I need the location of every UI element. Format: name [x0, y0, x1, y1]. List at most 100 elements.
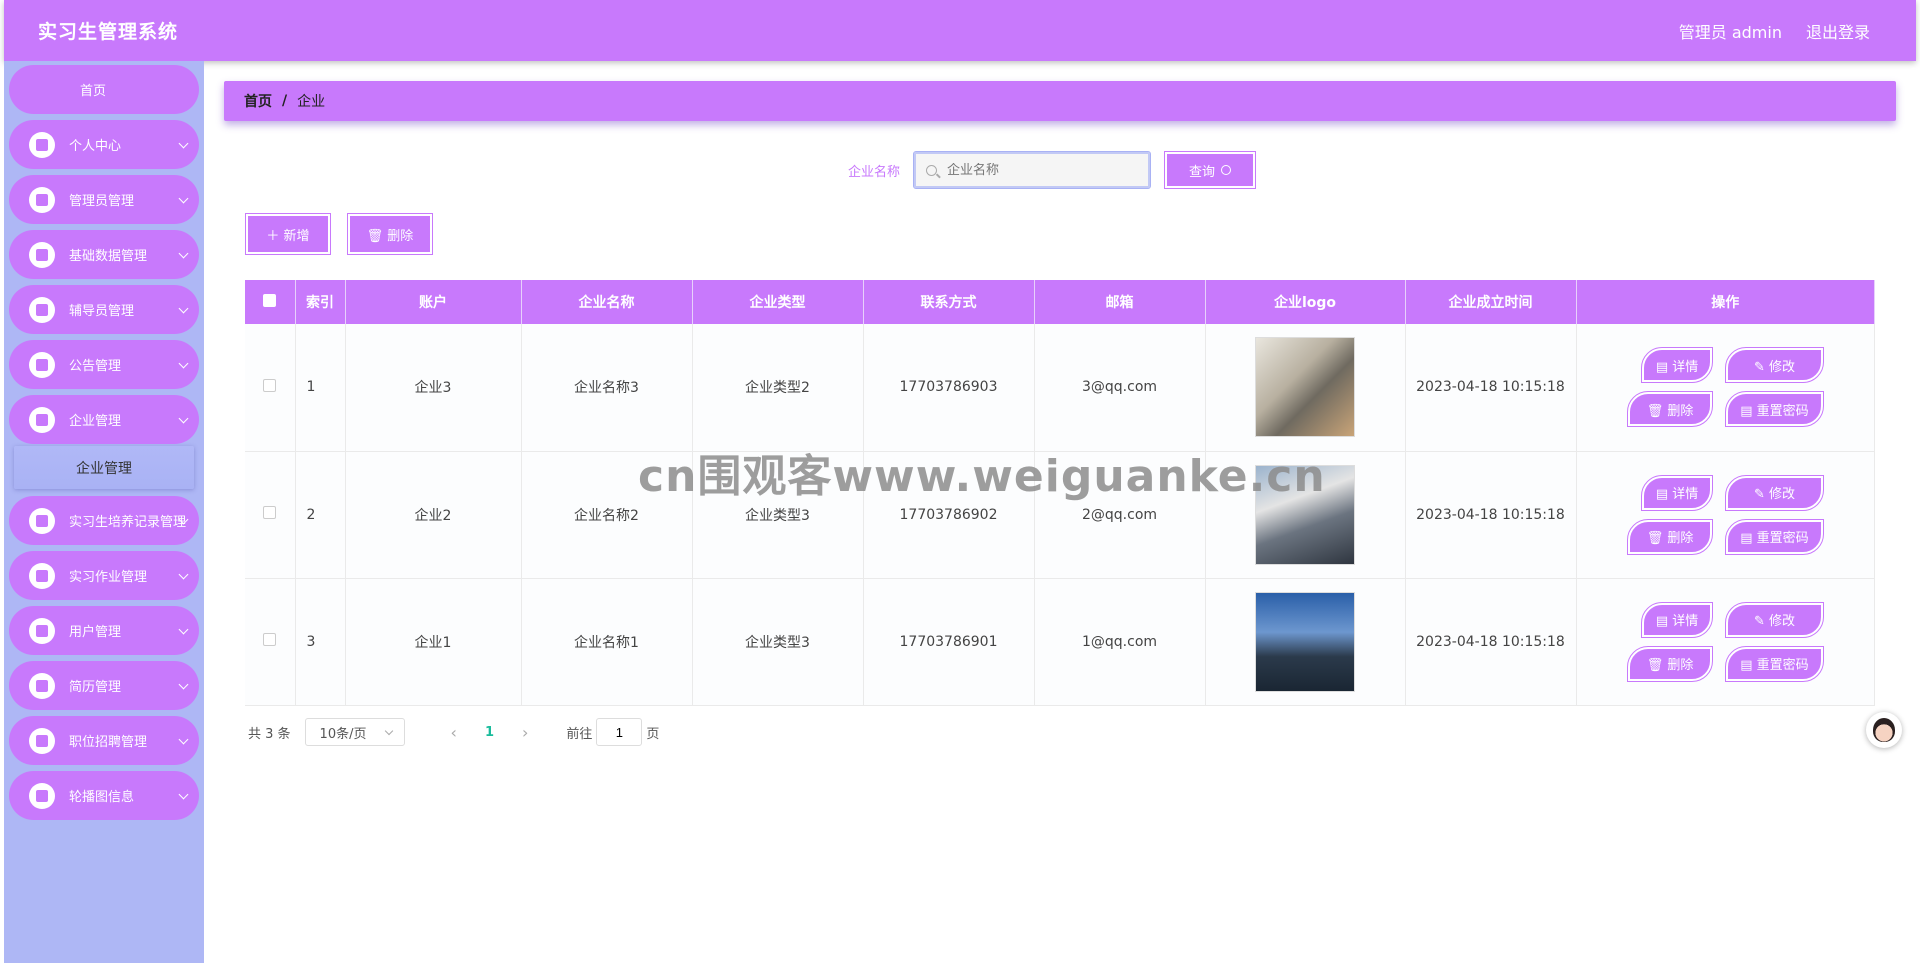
row-operations: ▤ 详情 ✎ 修改 🗑 删除 ▤ 重置密码 — [1577, 347, 1875, 428]
add-button[interactable]: ＋ 新增 — [245, 213, 331, 255]
assistant-avatar[interactable] — [1866, 712, 1902, 748]
grid-icon — [29, 297, 55, 323]
sidebar-item-label: 职位招聘管理 — [69, 735, 148, 750]
sidebar-item-items-3[interactable]: 辅导员管理 — [9, 285, 199, 334]
query-button-label: 查询 — [1189, 164, 1216, 180]
sidebar-item-items_after-4[interactable]: 职位招聘管理 — [9, 716, 199, 765]
sidebar-item-items-5[interactable]: 企业管理 — [9, 395, 199, 444]
page-size-select[interactable]: 10条/页 — [304, 718, 405, 746]
edit-button[interactable]: ✎ 修改 — [1725, 347, 1824, 384]
sidebar-item-items_after-5[interactable]: 轮播图信息 — [9, 771, 199, 820]
delete-button[interactable]: 🗑 删除 — [1626, 518, 1714, 555]
reset-password-button[interactable]: ▤ 重置密码 — [1725, 518, 1824, 555]
breadcrumb-home[interactable]: 首页 — [244, 91, 272, 111]
breadcrumb-current: 企业 — [297, 94, 326, 110]
grid-icon — [29, 728, 55, 754]
chevron-down-icon — [178, 138, 189, 149]
cell-account: 企业3 — [345, 324, 522, 452]
pagination: 共 3 条 10条/页 ‹ 1 › 前往 页 — [248, 718, 659, 746]
column-header: 账户 — [345, 280, 522, 324]
grid-icon — [29, 673, 55, 699]
clipboard-icon — [29, 187, 55, 213]
sidebar-item-items_after-3[interactable]: 简历管理 — [9, 661, 199, 710]
table-header-row: 索引 账户 企业名称 企业类型 联系方式 邮箱 企业logo 企业成立时间 操作 — [245, 280, 1875, 324]
company-logo-image[interactable] — [1255, 337, 1355, 438]
prev-page-button[interactable]: ‹ — [451, 723, 457, 742]
select-all-cell — [245, 280, 296, 324]
cell-index: 2 — [295, 451, 346, 579]
sidebar-item-items-4[interactable]: 公告管理 — [9, 340, 199, 389]
batch-delete-button[interactable]: 🗑 删除 — [347, 213, 433, 255]
cell-phone: 17703786903 — [863, 324, 1035, 452]
detail-button[interactable]: ▤ 详情 — [1640, 474, 1714, 511]
search-input[interactable] — [947, 162, 1128, 178]
chevron-down-icon — [178, 569, 189, 580]
column-header: 索引 — [295, 280, 346, 324]
submenu-item-company-management[interactable]: 企业管理 — [14, 446, 194, 489]
sidebar-item-items-0[interactable]: 个人中心 — [9, 120, 199, 169]
sidebar-item-home[interactable]: 首页 — [9, 65, 199, 114]
row-checkbox[interactable] — [263, 633, 277, 646]
sliders-icon — [29, 242, 55, 268]
edit-button[interactable]: ✎ 修改 — [1725, 474, 1824, 511]
search-label: 企业名称 — [848, 164, 901, 180]
pagination-total: 共 3 条 — [248, 726, 291, 742]
cell-account: 企业2 — [345, 451, 522, 579]
cell-logo — [1205, 578, 1406, 706]
sidebar-item-items_after-0[interactable]: 实习生培养记录管理 — [9, 496, 199, 545]
cell-company-name: 企业名称3 — [521, 324, 693, 452]
company-logo-image[interactable] — [1255, 464, 1355, 565]
next-page-button[interactable]: › — [522, 723, 528, 742]
reset-password-button[interactable]: ▤ 重置密码 — [1725, 391, 1824, 428]
detail-button[interactable]: ▤ 详情 — [1640, 347, 1714, 384]
reset-password-button[interactable]: ▤ 重置密码 — [1725, 645, 1824, 682]
grid-icon — [29, 563, 55, 589]
goto-page-input[interactable] — [596, 718, 643, 746]
sidebar-item-items_after-1[interactable]: 实习作业管理 — [9, 551, 199, 600]
row-checkbox[interactable] — [263, 378, 277, 392]
goto-label: 前往 — [566, 726, 593, 742]
cell-email: 3@qq.com — [1034, 324, 1206, 452]
sidebar-item-label: 管理员管理 — [69, 194, 135, 209]
select-all-checkbox[interactable] — [263, 293, 277, 307]
edit-button[interactable]: ✎ 修改 — [1725, 601, 1824, 638]
row-checkbox[interactable] — [263, 506, 277, 519]
clipboard-check-icon — [29, 352, 55, 378]
detail-button[interactable]: ▤ 详情 — [1640, 601, 1714, 638]
cell-index: 1 — [295, 324, 346, 452]
table-row: 2 企业2 企业名称2 企业类型3 17703786902 2@qq.com 2… — [245, 451, 1875, 579]
logout-link[interactable]: 退出登录 — [1806, 19, 1870, 43]
user-icon — [29, 132, 55, 158]
bulb-icon — [29, 618, 55, 644]
company-logo-image[interactable] — [1255, 591, 1355, 692]
chevron-down-icon — [178, 193, 189, 204]
cell-company-type: 企业类型3 — [692, 451, 864, 579]
company-table: 索引 账户 企业名称 企业类型 联系方式 邮箱 企业logo 企业成立时间 操作… — [245, 280, 1875, 706]
sidebar-item-label: 辅导员管理 — [69, 304, 135, 319]
action-bar: ＋ 新增 🗑 删除 — [245, 213, 433, 255]
cell-logo — [1205, 451, 1406, 579]
sidebar-item-items-2[interactable]: 基础数据管理 — [9, 230, 199, 279]
app-title: 实习生管理系统 — [38, 21, 179, 43]
row-operations: ▤ 详情 ✎ 修改 🗑 删除 ▤ 重置密码 — [1577, 601, 1875, 682]
cell-phone: 17703786901 — [863, 578, 1035, 706]
sidebar-item-label: 个人中心 — [69, 139, 122, 154]
cell-index: 3 — [295, 578, 346, 706]
chevron-down-icon — [178, 413, 189, 424]
chevron-down-icon — [178, 734, 189, 745]
cell-email: 1@qq.com — [1034, 578, 1206, 706]
sidebar-item-items-1[interactable]: 管理员管理 — [9, 175, 199, 224]
sidebar-item-items_after-2[interactable]: 用户管理 — [9, 606, 199, 655]
delete-button[interactable]: 🗑 删除 — [1626, 391, 1714, 428]
page-unit-label: 页 — [646, 726, 660, 742]
page-number-current[interactable]: 1 — [485, 725, 494, 740]
sidebar-item-label: 公告管理 — [69, 359, 122, 374]
avatar-face-icon — [1873, 718, 1895, 742]
cell-logo — [1205, 324, 1406, 452]
query-button[interactable]: 查询 — [1164, 151, 1257, 189]
delete-button[interactable]: 🗑 删除 — [1626, 645, 1714, 682]
breadcrumb: 首页 / 企业 — [224, 81, 1896, 121]
cell-email: 2@qq.com — [1034, 451, 1206, 579]
cell-account: 企业1 — [345, 578, 522, 706]
search-icon — [926, 164, 938, 176]
